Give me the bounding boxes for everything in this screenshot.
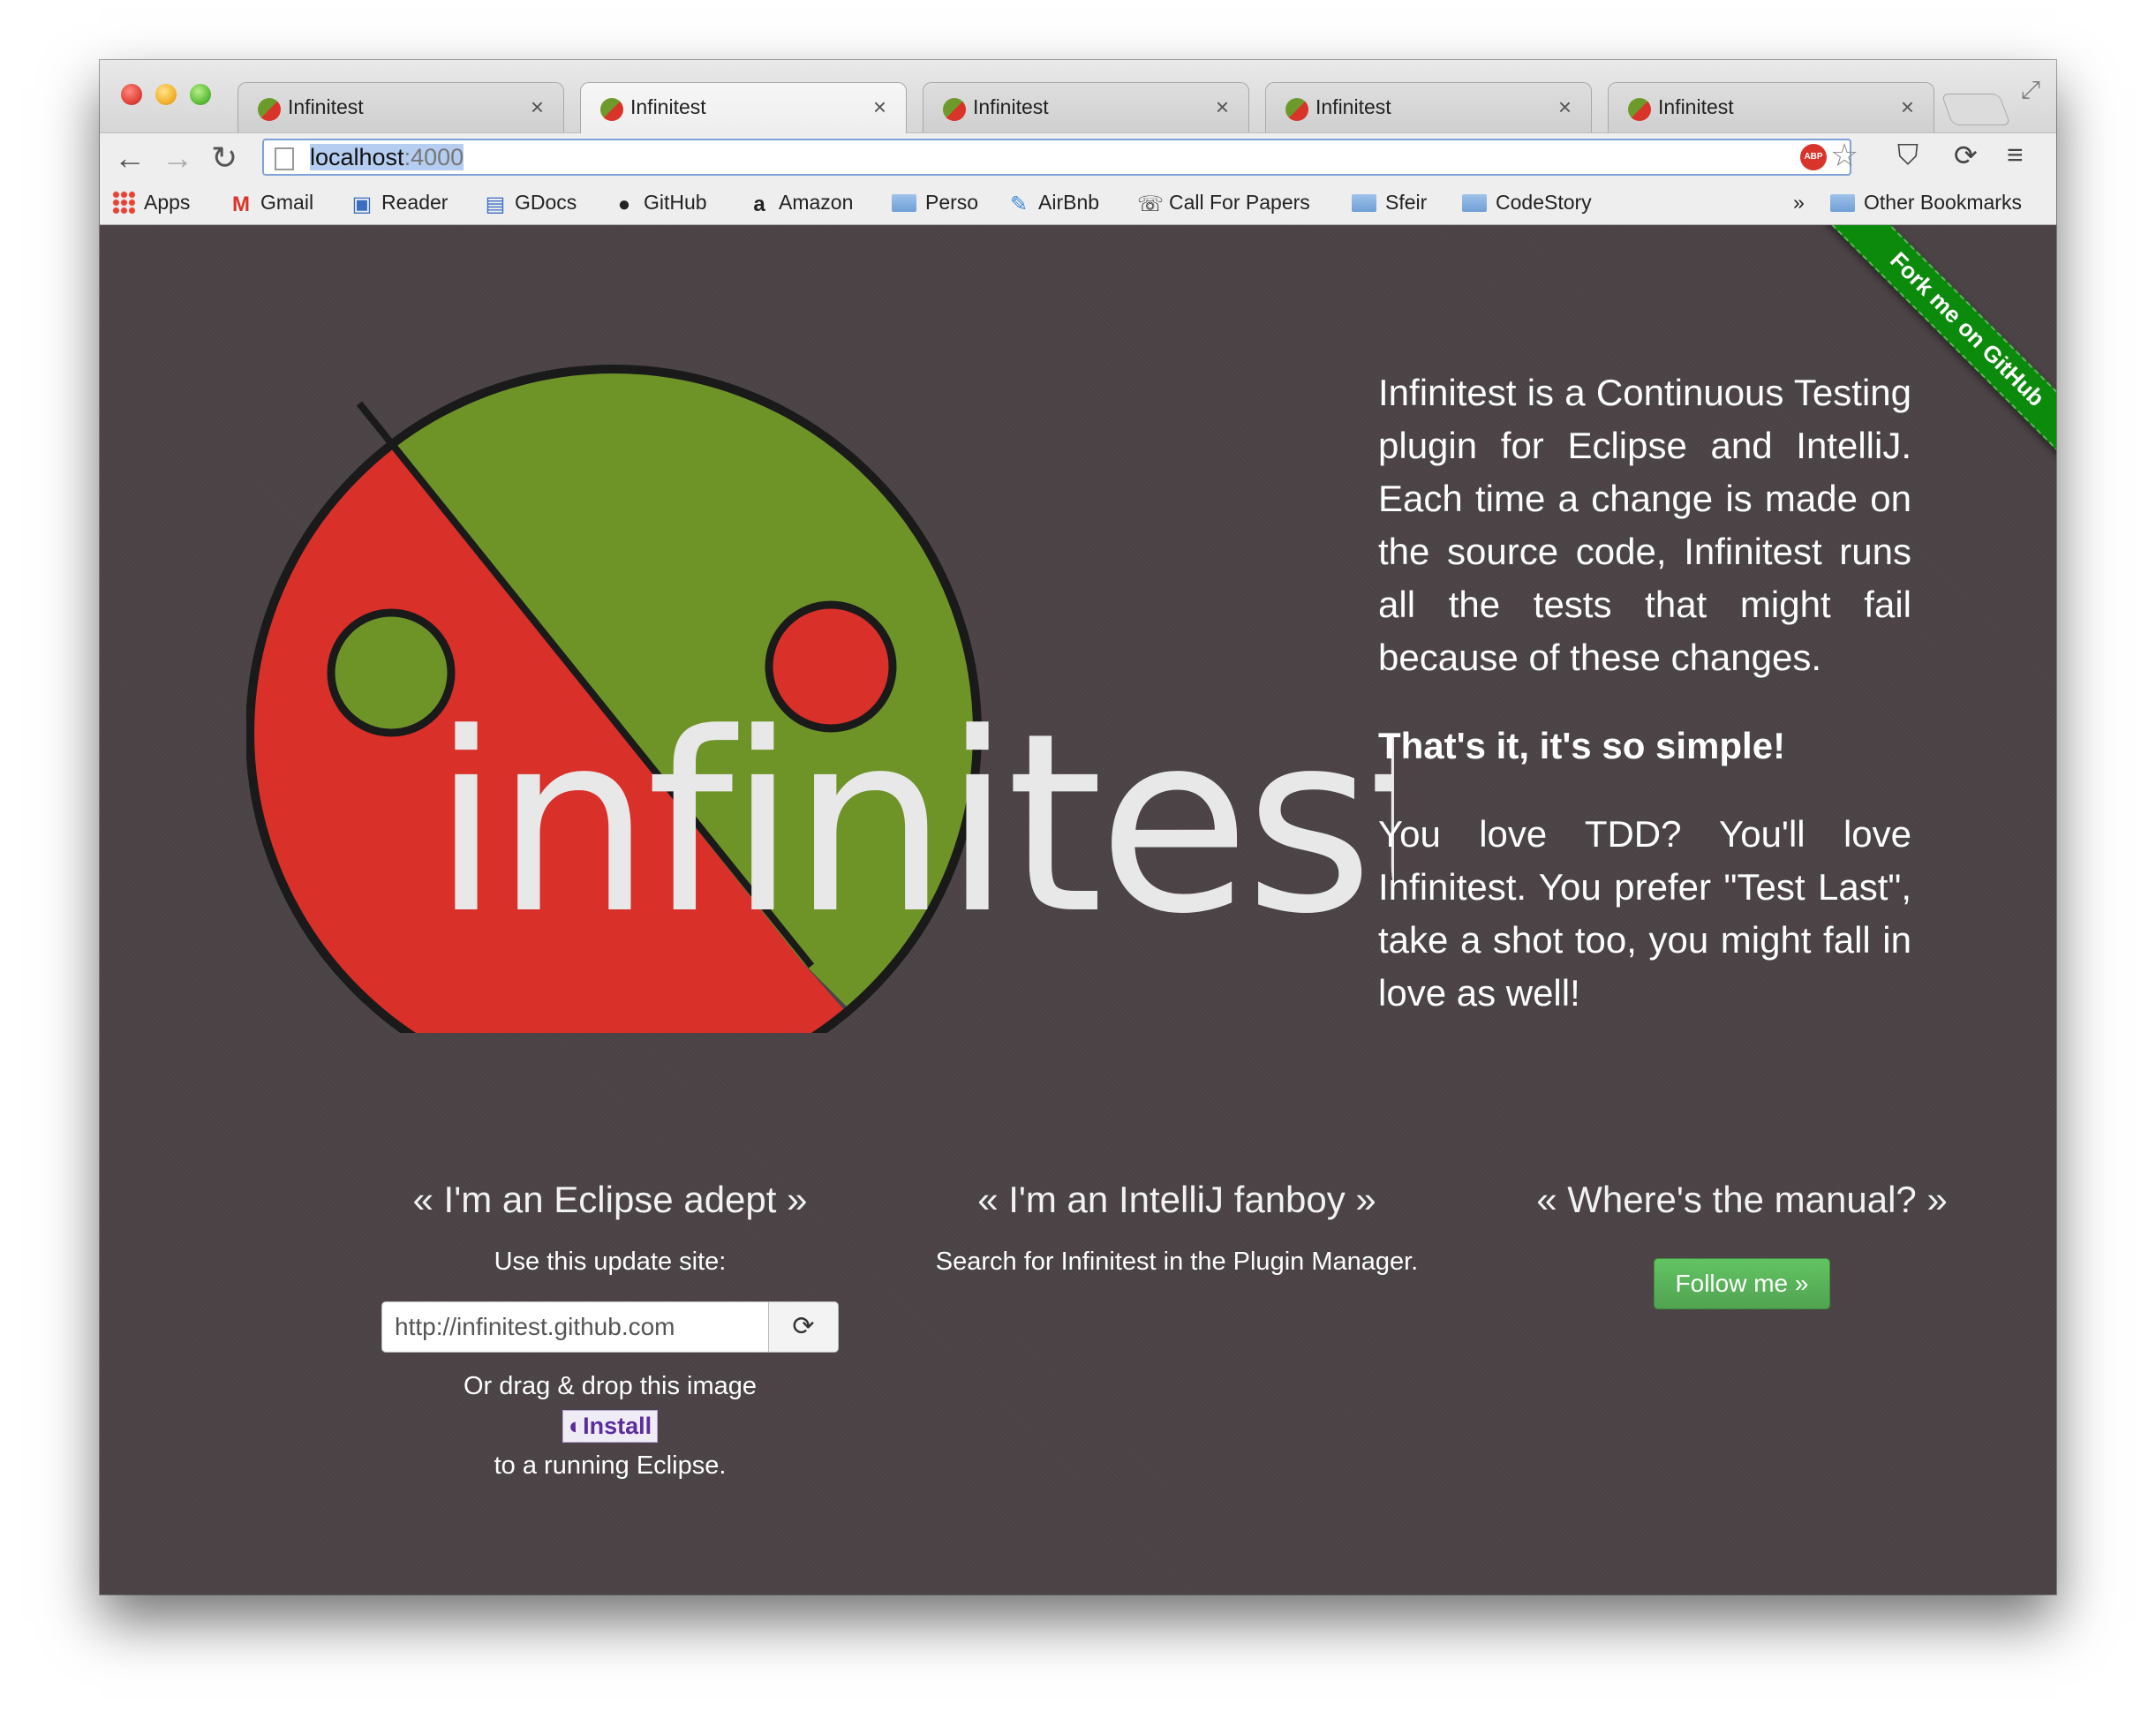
- infinitest-favicon-icon: [943, 98, 966, 121]
- infinitest-favicon-icon: [600, 98, 623, 121]
- folder-icon: [1462, 194, 1487, 212]
- amazon-icon: a: [753, 192, 765, 216]
- bookmark-other[interactable]: Other Bookmarks: [1830, 191, 2022, 215]
- folder-icon: [1352, 194, 1376, 212]
- intro-text: Infinitest is a Continuous Testing plugi…: [1378, 366, 1911, 1055]
- running-eclipse-text: to a running Eclipse.: [494, 1451, 727, 1480]
- fullscreen-icon[interactable]: ⤢: [2021, 76, 2040, 105]
- tab-close-icon[interactable]: ×: [1901, 94, 1914, 121]
- gmail-icon: M: [232, 192, 250, 216]
- bookmark-airbnb[interactable]: ✎ AirBnb: [1006, 191, 1099, 217]
- eclipse-icon: ◐: [568, 1413, 584, 1439]
- tab-title: Infinitest: [1315, 95, 1391, 118]
- reload-icon[interactable]: ↻: [211, 139, 237, 177]
- back-arrow-icon[interactable]: ←: [114, 139, 146, 177]
- address-bar[interactable]: localhost:4000: [262, 139, 1851, 176]
- infinitest-favicon-icon: [1285, 98, 1308, 121]
- plugin-manager-text: Search for Infinitest in the Plugin Mana…: [935, 1248, 1419, 1276]
- sync-icon[interactable]: ⟳: [1954, 139, 1978, 172]
- tab-4[interactable]: Infinitest ×: [1265, 82, 1592, 132]
- infinitest-logo: infinitest: [246, 365, 1394, 1033]
- url-port: :4000: [403, 144, 464, 170]
- tab-3[interactable]: Infinitest ×: [923, 82, 1249, 132]
- zoom-window-button[interactable]: [190, 84, 211, 105]
- close-window-button[interactable]: [121, 84, 142, 105]
- reader-icon: ▣: [351, 192, 373, 216]
- bookmark-star-icon[interactable]: ☆: [1830, 137, 1858, 174]
- url-host: localhost: [310, 144, 404, 170]
- address-url[interactable]: localhost:4000: [310, 144, 464, 171]
- adblock-icon[interactable]: ABP: [1800, 144, 1827, 170]
- tab-1[interactable]: Infinitest ×: [237, 82, 564, 132]
- intellij-column: « I'm an IntelliJ fanboy » Search for In…: [894, 1179, 1459, 1277]
- folder-icon: [892, 194, 916, 212]
- bookmark-gdocs[interactable]: ▤ GDocs: [483, 191, 577, 217]
- tab-5[interactable]: Infinitest ×: [1608, 82, 1934, 132]
- intro-paragraph: You love TDD? You'll love Infinitest. Yo…: [1378, 813, 1911, 1014]
- airbnb-icon: ✎: [1009, 192, 1029, 216]
- bookmark-apps[interactable]: Apps: [112, 191, 190, 215]
- tab-close-icon[interactable]: ×: [1216, 94, 1229, 121]
- follow-me-button[interactable]: Follow me »: [1653, 1258, 1831, 1309]
- bookmark-gmail[interactable]: M Gmail: [229, 191, 313, 217]
- update-site-field[interactable]: http://infinitest.github.com ⟳: [381, 1301, 839, 1353]
- bookmark-github[interactable]: ● GitHub: [612, 191, 707, 217]
- minimize-window-button[interactable]: [155, 84, 177, 105]
- update-site-url[interactable]: http://infinitest.github.com: [395, 1313, 675, 1341]
- tab-title: Infinitest: [630, 95, 706, 118]
- new-tab-button[interactable]: [1941, 94, 2011, 125]
- drag-drop-text: Or drag & drop this image: [463, 1372, 758, 1400]
- apps-grid-icon: [112, 191, 135, 214]
- browser-window: Infinitest × Infinitest × Infinitest × I…: [100, 60, 2056, 1595]
- bookmarks-bar: Apps M Gmail ▣ Reader ▤ GDocs ● GitHub a Amaz…: [100, 182, 2056, 225]
- tab-close-icon[interactable]: ×: [531, 94, 544, 121]
- eclipse-column: « I'm an Eclipse adept » Use this update…: [328, 1179, 893, 1481]
- logo-wordmark: infinitest: [432, 681, 1394, 969]
- page-icon: [275, 147, 294, 170]
- intellij-heading: « I'm an IntelliJ fanboy »: [977, 1179, 1376, 1220]
- bookmark-call-for-papers[interactable]: ☏ Call For Papers: [1137, 191, 1310, 217]
- tab-close-icon[interactable]: ×: [873, 94, 886, 121]
- infinitest-favicon-icon: [1628, 98, 1651, 121]
- call-for-papers-icon: ☏: [1137, 192, 1165, 216]
- bookmark-reader[interactable]: ▣ Reader: [350, 191, 449, 217]
- tab-title: Infinitest: [1658, 95, 1734, 118]
- eclipse-heading: « I'm an Eclipse adept »: [412, 1179, 808, 1220]
- manual-column: « Where's the manual? » Follow me »: [1459, 1179, 2024, 1309]
- copy-icon: ⟳: [792, 1312, 815, 1341]
- tab-title: Infinitest: [288, 95, 364, 118]
- tagline: That's it, it's so simple!: [1378, 725, 1786, 766]
- infinitest-favicon-icon: [258, 98, 281, 121]
- forward-arrow-icon[interactable]: →: [162, 139, 193, 177]
- copy-button[interactable]: ⟳: [768, 1302, 838, 1352]
- tab-2[interactable]: Infinitest ×: [580, 82, 907, 133]
- bookmark-perso[interactable]: Perso: [892, 191, 978, 215]
- manual-heading: « Where's the manual? »: [1536, 1179, 1948, 1220]
- intro-paragraph: Infinitest is a Continuous Testing plugi…: [1378, 372, 1911, 678]
- install-marketplace-button[interactable]: ◐Install: [562, 1410, 659, 1443]
- bookmark-codestory[interactable]: CodeStory: [1462, 191, 1592, 215]
- folder-icon: [1830, 194, 1855, 212]
- tab-bar: Infinitest × Infinitest × Infinitest × I…: [100, 60, 2056, 133]
- bookmark-sfeir[interactable]: Sfeir: [1352, 191, 1427, 215]
- tab-close-icon[interactable]: ×: [1558, 94, 1572, 121]
- pocket-icon[interactable]: ⛉: [1897, 139, 1919, 172]
- toolbar: ← → ↻ localhost:4000 ABP ☆ ⛉ ⟳ ≡: [100, 132, 2056, 183]
- page-content: infinitest Fork me on GitHub Infinitest …: [100, 225, 2056, 1595]
- update-site-label: Use this update site:: [494, 1248, 727, 1276]
- github-icon: ●: [617, 192, 631, 216]
- menu-icon[interactable]: ≡: [2007, 139, 2024, 171]
- tab-title: Infinitest: [973, 95, 1049, 118]
- more-bookmarks-chevron-icon[interactable]: »: [1793, 191, 1805, 215]
- bookmark-amazon[interactable]: a Amazon: [747, 191, 853, 217]
- gdocs-icon: ▤: [485, 192, 506, 216]
